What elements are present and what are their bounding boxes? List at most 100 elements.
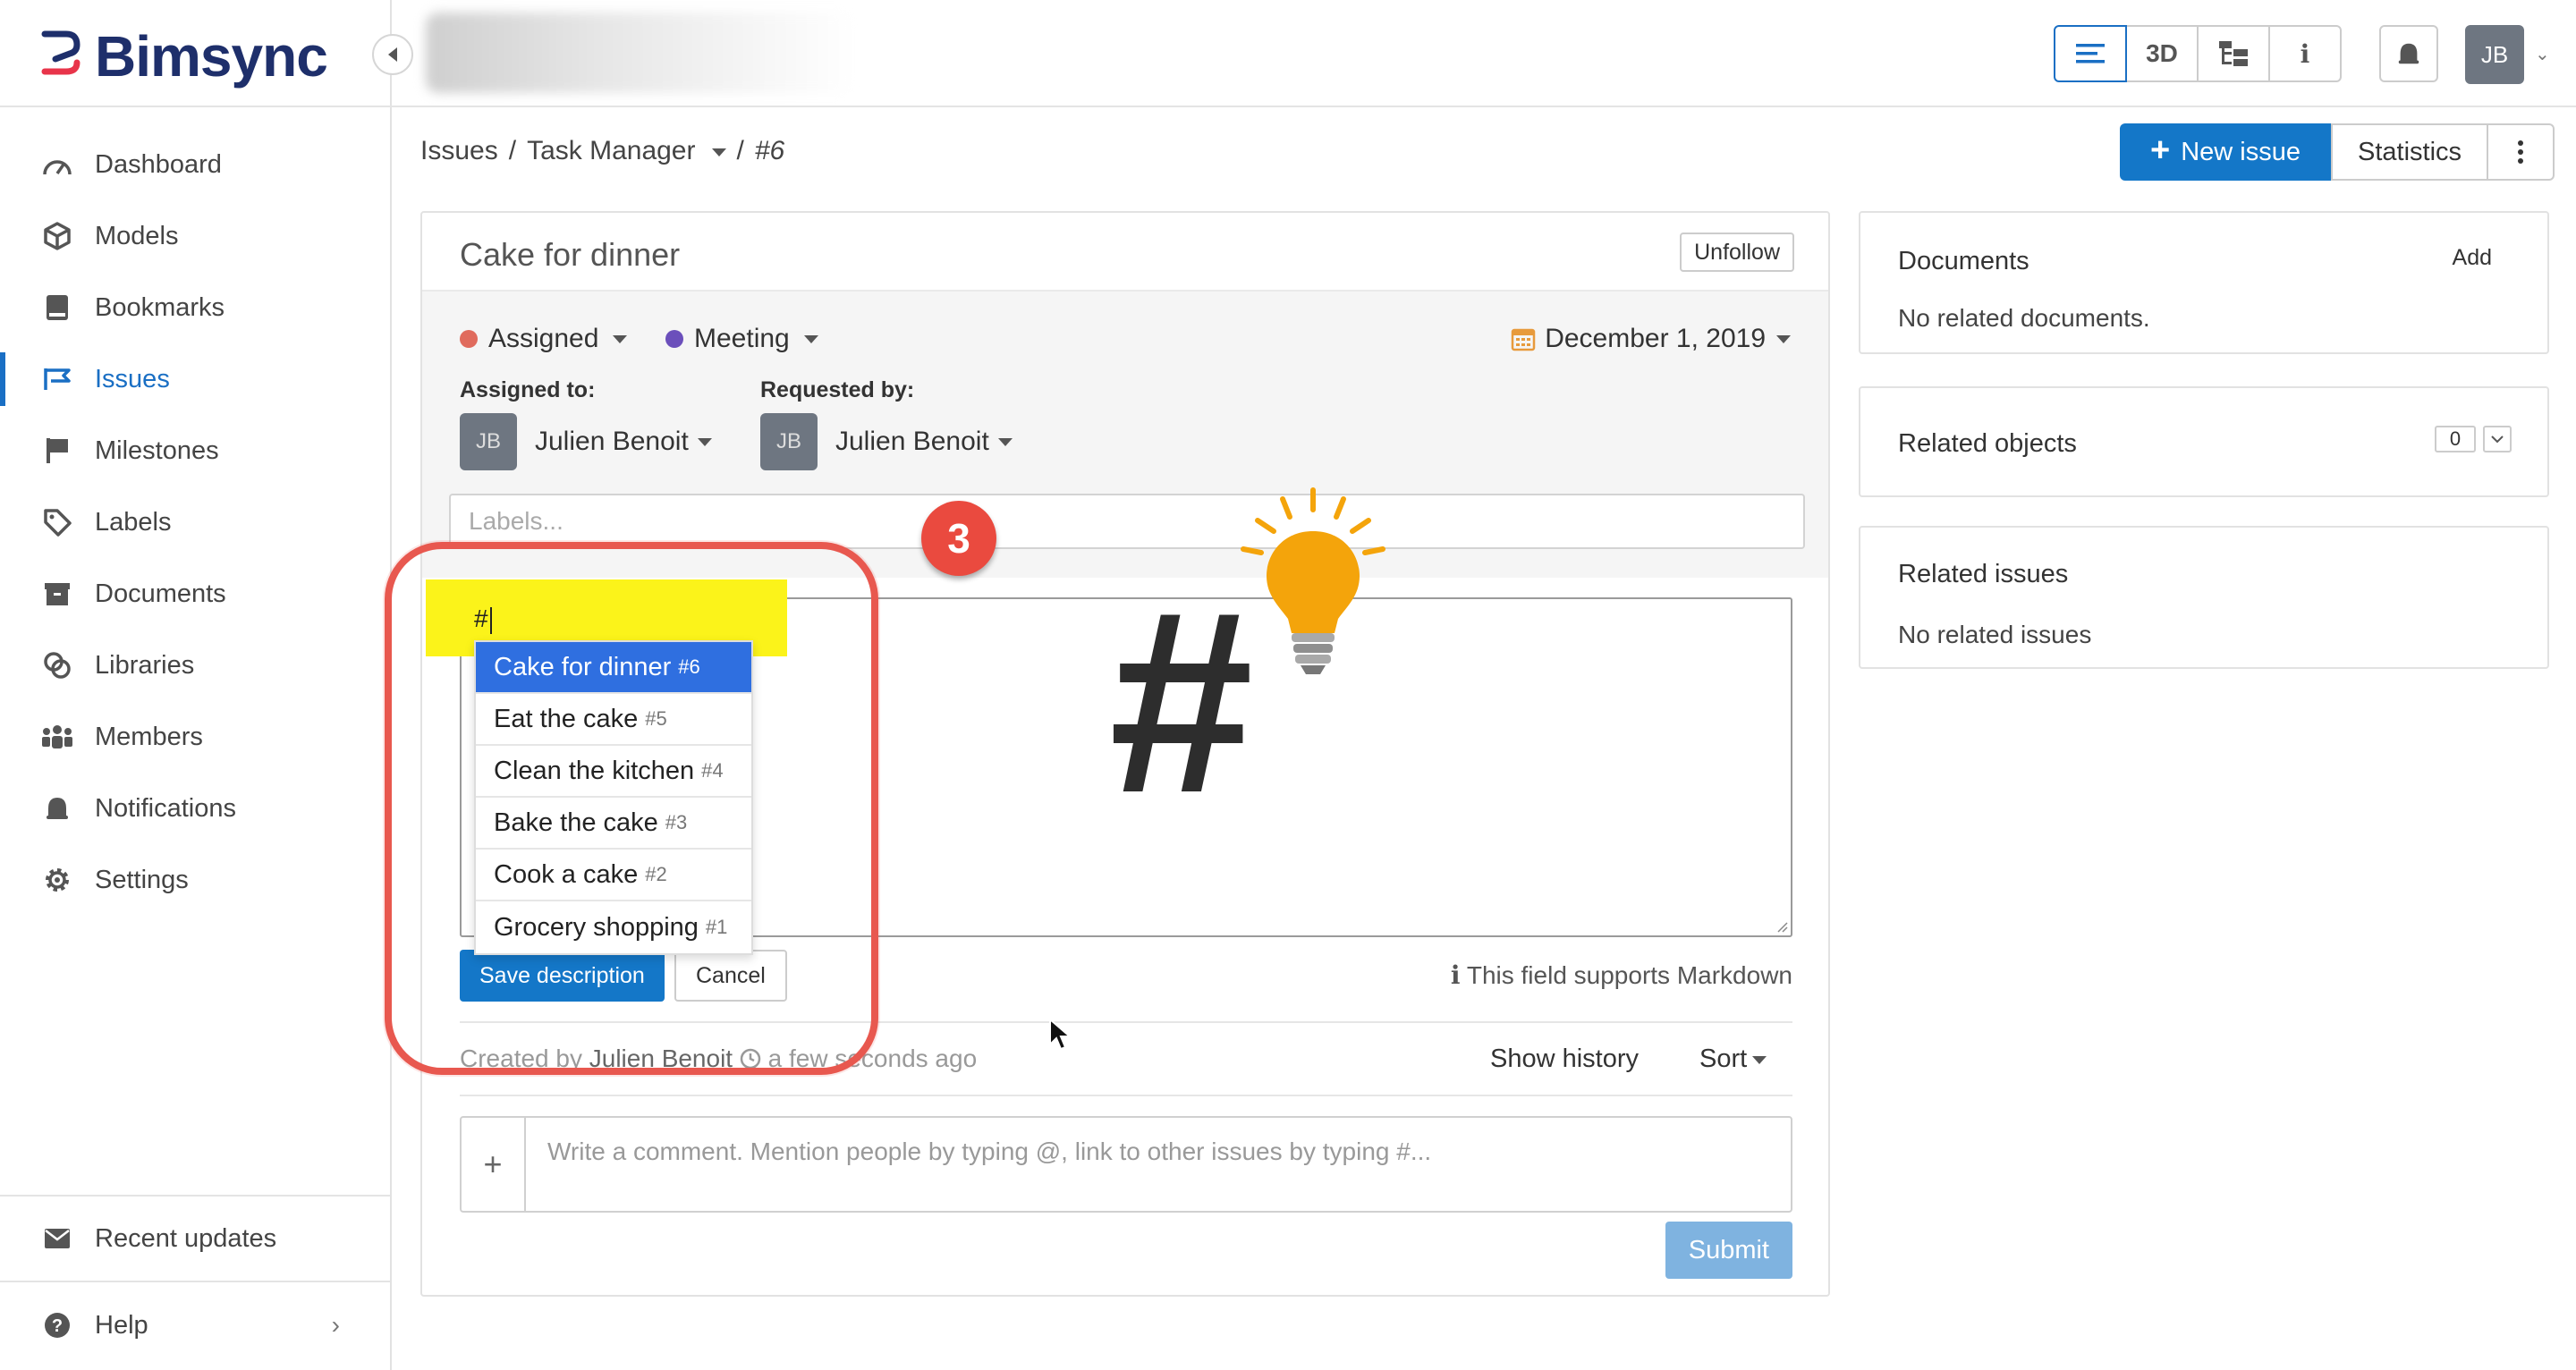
add-document-button[interactable]: Add <box>2453 245 2492 271</box>
resize-handle-icon[interactable] <box>1775 919 1789 934</box>
annotation-callout <box>385 542 878 1075</box>
expand-related-objects-button[interactable] <box>2483 426 2512 452</box>
caret-down-icon <box>1776 334 1791 343</box>
labels-input[interactable]: Labels... <box>449 494 1805 549</box>
list-view-button[interactable] <box>2054 25 2127 82</box>
app-name[interactable]: Bimsync <box>95 23 328 89</box>
sidebar-item-members[interactable]: Members <box>0 701 390 773</box>
assignee-dropdown[interactable]: JB Julien Benoit <box>460 413 712 470</box>
sidebar-item-issues[interactable]: Issues <box>0 343 390 415</box>
sidebar-item-label: Settings <box>95 865 189 894</box>
sidebar-item-label: Notifications <box>95 793 236 823</box>
due-date-label: December 1, 2019 <box>1545 324 1766 353</box>
sort-dropdown[interactable]: Sort <box>1699 1044 1767 1074</box>
collapse-sidebar-button[interactable] <box>372 34 413 75</box>
help-icon: ? <box>41 1309 73 1341</box>
3d-view-button[interactable]: 3D <box>2125 25 2199 82</box>
bell-icon <box>41 792 73 825</box>
info-view-button[interactable]: i <box>2268 25 2342 82</box>
statistics-button[interactable]: Statistics <box>2330 123 2489 181</box>
sidebar-item-libraries[interactable]: Libraries <box>0 630 390 701</box>
submit-button[interactable]: Submit <box>1665 1222 1792 1279</box>
info-icon: i <box>2300 38 2310 69</box>
breadcrumb-board[interactable]: Task Manager <box>527 136 726 166</box>
caret-down-icon <box>1752 1055 1767 1064</box>
svg-text:?: ? <box>52 1316 63 1336</box>
tree-icon <box>2219 41 2248 66</box>
sidebar-item-settings[interactable]: Settings <box>0 844 390 916</box>
caret-down-icon <box>803 334 818 343</box>
sidebar-item-labels[interactable]: Labels <box>0 486 390 558</box>
sidebar-item-models[interactable]: Models <box>0 200 390 272</box>
lightbulb-icon <box>1241 487 1385 674</box>
sidebar-item-milestones[interactable]: Milestones <box>0 415 390 486</box>
more-options-button[interactable] <box>2487 123 2555 181</box>
gear-icon <box>41 864 73 896</box>
avatar: JB <box>760 413 818 470</box>
related-objects-title: Related objects <box>1898 429 2077 458</box>
comment-input[interactable]: Write a comment. Mention people by typin… <box>547 1137 1431 1166</box>
calendar-icon <box>1511 328 1536 351</box>
sidebar-bottom: Recent updates ? Help › <box>0 1195 390 1368</box>
sidebar-nav: Dashboard Models Bookmarks Issues Milest… <box>0 129 390 916</box>
divider <box>460 1095 1792 1096</box>
unfollow-button[interactable]: Unfollow <box>1680 233 1794 272</box>
breadcrumb-issues[interactable]: Issues <box>420 136 498 166</box>
related-objects-count: 0 <box>2435 426 2476 452</box>
logo-row: Bimsync <box>0 0 392 107</box>
due-date-dropdown[interactable]: December 1, 2019 <box>1511 324 1791 354</box>
issues-icon <box>41 363 73 395</box>
status-dropdown[interactable]: Assigned <box>460 324 628 354</box>
documents-empty: No related documents. <box>1898 304 2150 332</box>
caret-down-icon <box>697 437 712 446</box>
show-history-button[interactable]: Show history <box>1490 1044 1639 1074</box>
members-icon <box>41 721 73 753</box>
breadcrumb-separator: / <box>508 136 517 165</box>
flag-icon <box>41 435 73 467</box>
type-dot <box>665 330 683 348</box>
bell-icon <box>2398 43 2419 64</box>
sidebar-item-label: Documents <box>95 579 226 608</box>
sidebar-item-label: Labels <box>95 507 172 537</box>
avatar: JB <box>460 413 517 470</box>
caret-down-icon <box>613 334 628 343</box>
list-icon <box>2076 44 2105 63</box>
caret-down-icon <box>711 148 726 156</box>
breadcrumb: Issues / Task Manager / #6 <box>420 136 795 166</box>
help-label: Help <box>95 1310 148 1340</box>
help-link[interactable]: ? Help › <box>0 1282 390 1368</box>
sidebar-item-dashboard[interactable]: Dashboard <box>0 129 390 200</box>
tree-view-button[interactable] <box>2197 25 2270 82</box>
user-avatar[interactable]: JB <box>2465 25 2524 84</box>
project-selector[interactable] <box>426 13 855 93</box>
related-issues-empty: No related issues <box>1898 621 2092 648</box>
board-name: Task Manager <box>527 136 696 165</box>
breadcrumb-current: #6 <box>754 136 785 165</box>
new-issue-label: New issue <box>2181 137 2301 166</box>
notifications-button[interactable] <box>2379 25 2438 82</box>
chevron-right-icon: › <box>331 1311 340 1339</box>
documents-title: Documents <box>1898 247 2029 275</box>
issue-title[interactable]: Cake for dinner <box>460 236 680 274</box>
recent-updates-link[interactable]: Recent updates <box>0 1197 390 1282</box>
attach-plus-button[interactable]: + <box>462 1118 526 1211</box>
requester-dropdown[interactable]: JB Julien Benoit <box>760 413 1013 470</box>
sidebar-item-label: Milestones <box>95 436 219 465</box>
bookmark-icon <box>41 292 73 324</box>
sidebar-item-documents[interactable]: Documents <box>0 558 390 630</box>
cube-icon <box>41 220 73 252</box>
sidebar-item-bookmarks[interactable]: Bookmarks <box>0 272 390 343</box>
requester-name: Julien Benoit <box>835 427 989 456</box>
recent-updates-label: Recent updates <box>95 1223 277 1253</box>
assignee-name: Julien Benoit <box>535 427 689 456</box>
sidebar-item-notifications[interactable]: Notifications <box>0 773 390 844</box>
view-switcher: 3D i <box>2054 25 2342 82</box>
sidebar-item-label: Issues <box>95 364 170 393</box>
bimsync-logo-icon[interactable] <box>39 27 80 77</box>
header-actions: + New issue Statistics <box>2120 123 2555 181</box>
archive-icon <box>41 578 73 610</box>
type-dropdown[interactable]: Meeting <box>665 324 818 354</box>
new-issue-button[interactable]: + New issue <box>2120 123 2331 181</box>
documents-panel: Documents Add No related documents. <box>1859 211 2549 354</box>
chevron-down-icon[interactable]: ⌄ <box>2535 43 2550 65</box>
